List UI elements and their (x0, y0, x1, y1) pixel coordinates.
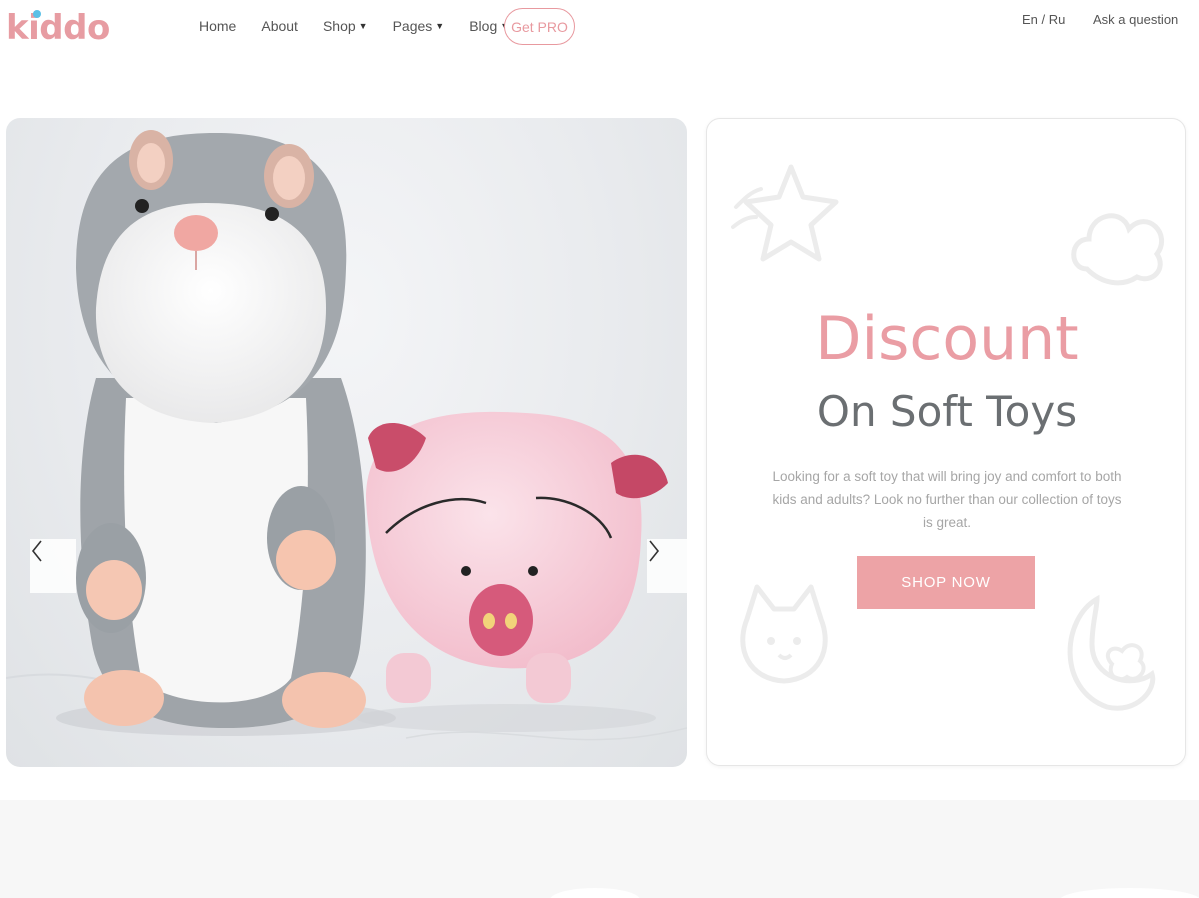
logo-text: kiddo (6, 8, 110, 48)
site-header: kiddo Home About Shop▼ Pages▼ Blog▼ Get … (0, 0, 1199, 60)
plush-toys-illustration (6, 130, 687, 741)
promo-title: Discount (815, 304, 1079, 374)
chevron-left-icon (31, 540, 42, 562)
section-divider-band (0, 800, 1199, 898)
shop-now-button[interactable]: SHOP NOW (857, 556, 1035, 609)
nav-shop[interactable]: Shop ▼ (323, 18, 368, 34)
slider-prev-button[interactable] (30, 539, 76, 593)
get-pro-button[interactable]: Get PRO (504, 8, 575, 45)
promo-description: Looking for a soft toy that will bring j… (772, 469, 1122, 530)
nav-home-label: Home (199, 18, 237, 34)
logo[interactable]: kiddo (6, 8, 110, 48)
caret-down-icon: ▼ (358, 21, 368, 31)
ask-question-link[interactable]: Ask a question (1093, 12, 1178, 27)
nav-pages-label: Pages (392, 18, 433, 34)
main-nav: Home About Shop▼ Pages▼ Blog▼ (199, 18, 534, 34)
language-switcher[interactable]: En / Ru (1022, 12, 1065, 27)
hero-slide-image (6, 118, 687, 767)
chevron-right-icon (649, 540, 660, 562)
promo-subtitle: On Soft Toys (816, 387, 1078, 436)
nav-shop-label: Shop (322, 18, 356, 34)
nav-pages[interactable]: Pages ▼ (393, 18, 445, 34)
caret-down-icon: ▼ (435, 21, 445, 31)
slider-next-button[interactable] (647, 539, 687, 593)
decorative-wave (1060, 888, 1199, 898)
star-doodle-icon (731, 164, 839, 262)
moon-doodle-icon (1067, 594, 1156, 711)
nav-about[interactable]: About (261, 18, 298, 34)
cat-doodle-icon (740, 584, 828, 684)
logo-dot (33, 10, 41, 18)
promo-card: Discount On Soft Toys Looking for a soft… (706, 118, 1186, 766)
nav-home[interactable]: Home (199, 18, 236, 34)
decorative-wave (550, 888, 640, 898)
nav-about-label: About (261, 18, 298, 34)
nav-blog-label: Blog (469, 18, 498, 34)
cloud-doodle-icon (1071, 213, 1165, 286)
